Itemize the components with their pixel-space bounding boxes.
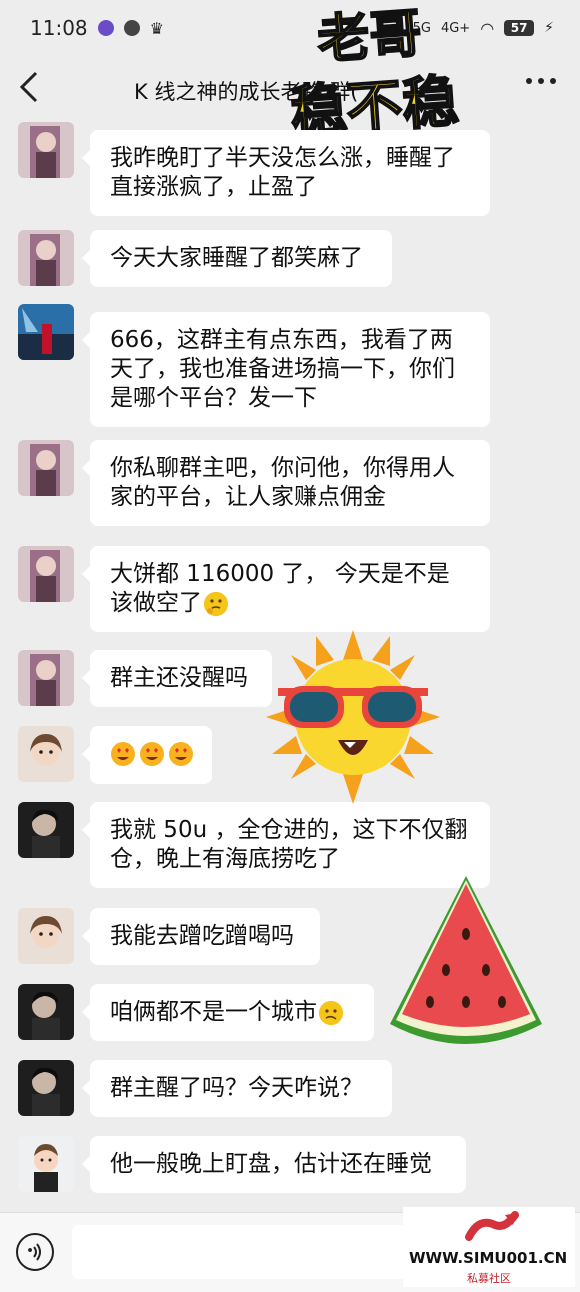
message-bubble[interactable]: 群主还没醒吗 bbox=[82, 650, 272, 707]
battery-icon: 57 bbox=[504, 20, 535, 36]
message-text: 群主醒了吗？今天咋说？ bbox=[110, 1075, 363, 1101]
avatar[interactable] bbox=[18, 650, 74, 706]
message-text: 今天大家睡醒了都笑麻了 bbox=[110, 245, 363, 271]
message-text: 我昨晚盯了半天没怎么涨，睡醒了直接涨疯了，止盈了 bbox=[110, 145, 455, 200]
confused-face-icon bbox=[319, 1000, 343, 1025]
avatar[interactable] bbox=[18, 304, 74, 360]
heart-eyes-face-icon bbox=[110, 742, 194, 774]
message-text: 你私聊群主吧，你问他，你得用人家的平台，让人家赚点佣金 bbox=[110, 455, 455, 510]
sticker-caption: 老哥 稳不稳 bbox=[275, 0, 475, 151]
crown-icon: ♛ bbox=[149, 18, 164, 38]
message-bubble[interactable]: 今天大家睡醒了都笑麻了 bbox=[82, 230, 392, 287]
message-bubble[interactable]: 咱俩都不是一个城市 bbox=[82, 984, 374, 1041]
avatar[interactable] bbox=[18, 1060, 74, 1116]
thinking-face-icon bbox=[204, 591, 228, 616]
message-bubble[interactable]: 你私聊群主吧，你问他，你得用人家的平台，让人家赚点佣金 bbox=[82, 440, 490, 526]
sun-sticker bbox=[266, 630, 440, 804]
charging-icon: ⚡ bbox=[544, 20, 554, 36]
message-bubble[interactable]: 我能去蹭吃蹭喝吗 bbox=[82, 908, 320, 965]
avatar[interactable] bbox=[18, 726, 74, 782]
message-text: 他一般晚上盯盘，估计还在睡觉 bbox=[110, 1151, 432, 1177]
message-text: 666，这群主有点东西，我看了两天了，我也准备进场搞一下，你们是哪个平台？发一下 bbox=[110, 327, 455, 411]
app-icon bbox=[123, 20, 140, 36]
avatar[interactable] bbox=[18, 984, 74, 1040]
watermark-sub: 私募社区 bbox=[467, 1272, 511, 1285]
message-bubble[interactable] bbox=[82, 726, 212, 784]
avatar[interactable] bbox=[18, 122, 74, 178]
message-bubble[interactable]: 群主醒了吗？今天咋说？ bbox=[82, 1060, 392, 1117]
message-text: 我能去蹭吃蹭喝吗 bbox=[110, 923, 294, 949]
avatar[interactable] bbox=[18, 908, 74, 964]
status-time: 11:08 bbox=[30, 16, 88, 40]
more-dots-icon[interactable] bbox=[524, 66, 558, 104]
watermark-url: WWW.SIMU001.CN bbox=[409, 1249, 568, 1267]
avatar[interactable] bbox=[18, 802, 74, 858]
message-bubble[interactable]: 666，这群主有点东西，我看了两天了，我也准备进场搞一下，你们是哪个平台？发一下 bbox=[82, 312, 490, 427]
avatar[interactable] bbox=[18, 230, 74, 286]
message-input[interactable] bbox=[72, 1225, 412, 1279]
message-text: 大饼都 116000 了， 今天是不是该做空了 bbox=[110, 561, 450, 616]
watermark-logo-icon bbox=[465, 1211, 519, 1251]
avatar[interactable] bbox=[18, 546, 74, 602]
message-bubble[interactable]: 他一般晚上盯盘，估计还在睡觉 bbox=[82, 1136, 466, 1193]
message-text: 咱俩都不是一个城市 bbox=[110, 999, 317, 1025]
chevron-left-icon[interactable] bbox=[18, 70, 40, 111]
wifi-icon: ◠ bbox=[480, 18, 495, 38]
app-badge-icon bbox=[97, 20, 114, 36]
avatar[interactable] bbox=[18, 1136, 74, 1192]
voice-icon[interactable] bbox=[16, 1233, 54, 1271]
watermelon-sticker bbox=[386, 874, 546, 1052]
avatar[interactable] bbox=[18, 440, 74, 496]
message-bubble[interactable]: 大饼都 116000 了， 今天是不是该做空了 bbox=[82, 546, 490, 632]
message-bubble[interactable]: 我昨晚盯了半天没怎么涨，睡醒了直接涨疯了，止盈了 bbox=[82, 130, 490, 216]
message-text: 我就 50u ，全仓进的，这下不仅翻仓，晚上有海底捞吃了 bbox=[110, 817, 468, 872]
message-text: 群主还没醒吗 bbox=[110, 665, 248, 691]
watermark: WWW.SIMU001.CN 私募社区 bbox=[403, 1207, 575, 1287]
